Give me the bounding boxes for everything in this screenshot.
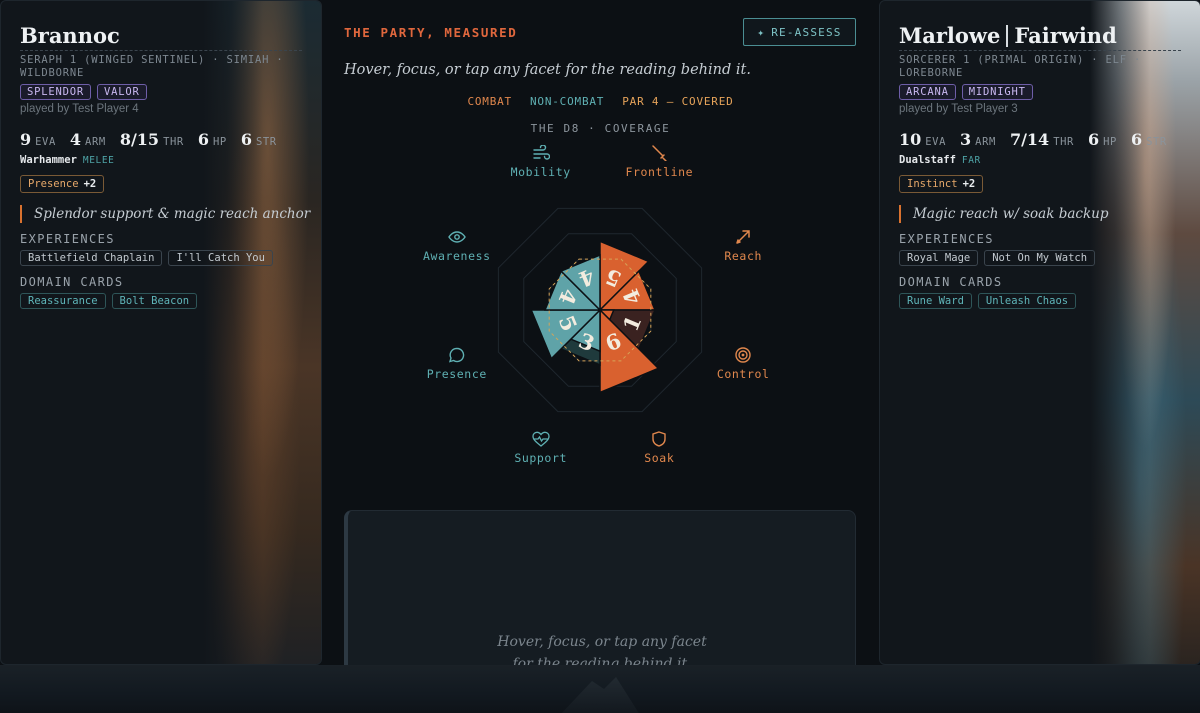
- sword-icon: [604, 145, 714, 163]
- experience-chip: Battlefield Chaplain: [20, 250, 163, 266]
- experience-chip: I'll Catch You: [168, 250, 273, 266]
- speech-bubble-icon: [402, 347, 512, 365]
- character-name: Brannoc: [20, 23, 302, 51]
- trait-badge: Presence +2: [20, 175, 105, 193]
- domain-tag: SPLENDOR: [20, 84, 91, 100]
- domain-card-chip[interactable]: Bolt Beacon: [111, 293, 198, 309]
- facet-name: Awareness: [422, 248, 491, 263]
- weapon-line: Warhammer MELEE: [20, 154, 115, 166]
- domain-cards-heading: DOMAIN CARDS: [899, 275, 1003, 289]
- experiences-heading: EXPERIENCES: [20, 232, 115, 246]
- stat-row: 9 EVA 4 ARM 8/15 THR 6 HP 6 STR: [20, 130, 277, 149]
- facet-name: Frontline: [625, 164, 694, 179]
- character-card-marlowe[interactable]: Marlowe Fairwind SORCERER 1 (PRIMAL ORIGI…: [879, 0, 1200, 665]
- heart-pulse-icon: [486, 431, 596, 449]
- facet-name: Soak: [644, 451, 675, 466]
- facet-name: Control: [716, 367, 770, 382]
- reading-placeholder-line: Hover, focus, or tap any facet: [497, 634, 707, 650]
- role-note: Splendor support & magic reach anchor: [20, 205, 320, 223]
- domain-cards-heading: DOMAIN CARDS: [20, 275, 124, 289]
- facet-label-reach[interactable]: Reach: [688, 229, 798, 263]
- character-class-line: SERAPH 1 (WINGED SENTINEL) · SIMIAH · WI…: [20, 54, 284, 79]
- facet-label-frontline[interactable]: Frontline: [604, 145, 714, 179]
- character-card-brannoc[interactable]: Brannoc SERAPH 1 (WINGED SENTINEL) · SIM…: [0, 0, 322, 665]
- domain-card-chip[interactable]: Rune Ward: [899, 293, 972, 309]
- shield-icon: [604, 431, 714, 449]
- eye-icon: [402, 229, 512, 247]
- facet-label-presence[interactable]: Presence: [402, 347, 512, 381]
- experience-chip: Not On My Watch: [984, 250, 1096, 266]
- facet-label-support[interactable]: Support: [486, 431, 596, 465]
- facet-label-control[interactable]: Control: [688, 347, 798, 381]
- character-class-line: SORCERER 1 (PRIMAL ORIGIN) · ELF · LOREB…: [899, 54, 1142, 79]
- domain-tag: VALOR: [96, 84, 147, 100]
- weapon-line: Dualstaff FAR: [899, 154, 981, 166]
- stat-row: 10 EVA 3 ARM 7/14 THR 6 HP 6 STR: [899, 130, 1167, 149]
- facet-reading-panel: Hover, focus, or tap any facet for the r…: [344, 510, 856, 680]
- wind-icon: [486, 144, 596, 163]
- footer-landscape: [0, 665, 1200, 713]
- domain-tag: ARCANA: [899, 84, 956, 100]
- facet-name: Reach: [724, 248, 762, 263]
- trait-badge: Instinct +2: [899, 175, 984, 193]
- experiences-heading: EXPERIENCES: [899, 232, 994, 246]
- domain-tag: MIDNIGHT: [961, 84, 1033, 100]
- facet-label-awareness[interactable]: Awareness: [402, 229, 512, 263]
- facet-name: Mobility: [510, 164, 571, 179]
- character-name: Marlowe Fairwind: [899, 23, 1181, 51]
- party-panel: THE PARTY, MEASURED ✦ RE-ASSESS Hover, f…: [322, 0, 879, 680]
- facet-name: Presence: [426, 367, 487, 382]
- facet-label-soak[interactable]: Soak: [604, 431, 714, 465]
- facet-label-mobility[interactable]: Mobility: [486, 144, 596, 179]
- role-note: Magic reach w/ soak backup: [899, 205, 1199, 223]
- arrow-icon: [688, 229, 798, 247]
- experience-chip: Royal Mage: [899, 250, 979, 266]
- domain-card-chip[interactable]: Reassurance: [20, 293, 106, 309]
- played-by: played by Test Player 4: [20, 103, 139, 115]
- name-cursor: [1006, 24, 1009, 47]
- played-by: played by Test Player 3: [899, 103, 1018, 115]
- domain-card-chip[interactable]: Unleash Chaos: [977, 293, 1077, 309]
- facet-name: Support: [514, 451, 567, 466]
- target-icon: [688, 347, 798, 365]
